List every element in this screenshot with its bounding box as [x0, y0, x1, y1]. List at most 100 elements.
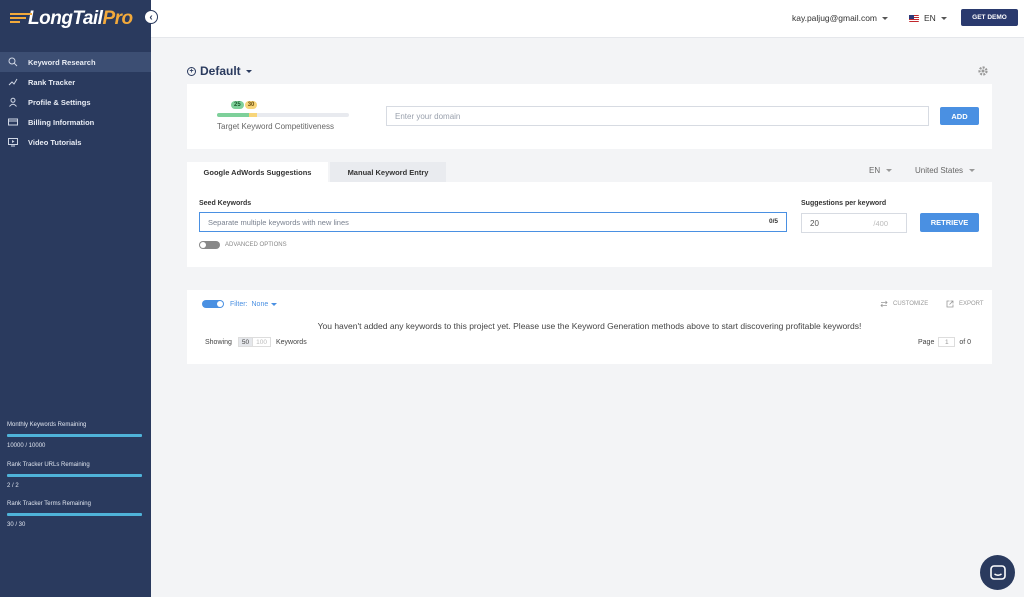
suggestions-per-keyword-input[interactable]: 20 /400	[801, 213, 907, 233]
sidebar-item-rank-tracker[interactable]: Rank Tracker	[0, 72, 151, 92]
competitiveness-card: 25 30 Target Keyword Competitiveness Ent…	[187, 84, 992, 149]
tab-adwords-suggestions[interactable]: Google AdWords Suggestions	[187, 162, 328, 182]
filter-label: Filter:	[230, 300, 248, 308]
competitiveness-bar	[217, 113, 349, 117]
seed-keywords-input[interactable]: Separate multiple keywords with new line…	[199, 212, 787, 232]
plus-circle-icon[interactable]: +	[187, 66, 196, 76]
usage-rank-tracker-urls: Rank Tracker URLs Remaining 2 / 2	[7, 462, 142, 489]
usage-label: Rank Tracker Terms Remaining	[7, 501, 91, 507]
topbar: kay.paljug@gmail.com EN GET DEMO	[151, 0, 1024, 38]
seed-keywords-placeholder: Separate multiple keywords with new line…	[208, 217, 349, 227]
suggestions-max: /400	[873, 219, 888, 228]
suggestions-value: 20	[810, 218, 819, 228]
sidebar-item-label: Billing Information	[28, 117, 95, 127]
language-menu[interactable]: EN	[909, 13, 947, 23]
usage-monthly-keywords: Monthly Keywords Remaining 10000 / 10000	[7, 422, 142, 449]
add-domain-button[interactable]: ADD	[940, 107, 979, 125]
page-size-option-selected[interactable]: 50	[237, 337, 254, 347]
caret-down-icon	[886, 169, 893, 173]
sidebar-item-label: Video Tutorials	[28, 137, 82, 147]
seed-keywords-card: Seed Keywords Separate multiple keywords…	[187, 182, 992, 267]
caret-down-icon	[245, 69, 252, 73]
sidebar-item-label: Keyword Research	[28, 57, 96, 67]
export-button[interactable]: EXPORT	[946, 300, 984, 308]
caret-down-icon	[940, 16, 947, 20]
sidebar-item-profile-settings[interactable]: Profile & Settings	[0, 92, 151, 112]
results-card: Filter: None CUSTOMIZE EXPORT You haven'…	[187, 290, 992, 364]
pagination: Page 1 of 0	[918, 337, 971, 347]
toggle-switch[interactable]	[199, 241, 220, 249]
user-icon	[7, 96, 19, 108]
seed-keywords-label: Seed Keywords	[199, 200, 252, 207]
usage-value: 10000 / 10000	[7, 443, 46, 449]
filter-control[interactable]: Filter: None	[202, 300, 278, 308]
seed-keywords-count: 0/5	[768, 218, 778, 225]
account-email: kay.paljug@gmail.com	[792, 13, 878, 23]
usage-label: Monthly Keywords Remaining	[7, 422, 87, 428]
chevron-left-icon: ‹	[149, 11, 153, 23]
export-label: EXPORT	[959, 301, 984, 307]
usage-bar	[7, 434, 142, 437]
competitiveness-badges: 25 30	[231, 101, 258, 109]
chat-launcher-button[interactable]	[980, 555, 1015, 590]
empty-state-message: You haven't added any keywords to this p…	[317, 321, 862, 331]
filter-value[interactable]: None	[252, 301, 269, 308]
customize-button[interactable]: CUSTOMIZE	[880, 300, 928, 308]
project-name: Default	[200, 64, 241, 78]
sidebar: LongTailPro ‹ Keyword Research Rank Trac…	[0, 0, 158, 597]
competitiveness-high-badge: 30	[244, 101, 258, 109]
account-menu[interactable]: kay.paljug@gmail.com	[792, 13, 889, 23]
card-icon	[7, 116, 19, 128]
language-label: EN	[924, 13, 936, 23]
usage-value: 2 / 2	[7, 483, 19, 489]
get-demo-button[interactable]: GET DEMO	[961, 9, 1018, 26]
sidebar-item-keyword-research[interactable]: Keyword Research	[0, 52, 151, 72]
domain-input[interactable]: Enter your domain	[386, 106, 929, 126]
sidebar-item-label: Rank Tracker	[28, 77, 76, 87]
caret-down-icon	[271, 302, 278, 306]
usage-rank-tracker-terms: Rank Tracker Terms Remaining 30 / 30	[7, 501, 142, 528]
caret-down-icon	[969, 169, 976, 173]
keywords-label: Keywords	[275, 338, 307, 346]
country-value: United States	[915, 166, 964, 175]
logo-mark	[10, 13, 36, 27]
filter-toggle[interactable]	[202, 300, 224, 308]
keyword-language-value: EN	[869, 166, 881, 175]
logo[interactable]: LongTailPro ‹	[0, 0, 158, 38]
keyword-language-select[interactable]: EN	[869, 166, 893, 175]
sidebar-nav: Keyword Research Rank Tracker Profile & …	[0, 52, 151, 152]
competitiveness-low-badge: 25	[231, 101, 244, 109]
country-select[interactable]: United States	[915, 166, 976, 175]
usage-bar	[7, 513, 142, 516]
swap-icon	[880, 300, 888, 308]
page-size-control: Showing 50 100 Keywords	[205, 337, 307, 347]
page-size-option[interactable]: 100	[253, 337, 271, 347]
customize-label: CUSTOMIZE	[893, 301, 929, 307]
trend-icon	[7, 76, 19, 88]
gear-icon[interactable]	[977, 65, 989, 77]
video-icon	[7, 136, 19, 148]
sidebar-item-label: Profile & Settings	[28, 97, 91, 107]
domain-placeholder: Enter your domain	[395, 111, 461, 121]
export-icon	[946, 300, 954, 308]
usage-bar	[7, 474, 142, 477]
page-label: Page	[918, 338, 935, 346]
tab-manual-entry[interactable]: Manual Keyword Entry	[330, 162, 446, 182]
us-flag-icon	[909, 14, 919, 22]
usage-label: Rank Tracker URLs Remaining	[7, 462, 90, 468]
caret-down-icon	[882, 17, 889, 21]
advanced-options-toggle[interactable]: ADVANCED OPTIONS	[199, 241, 287, 249]
retrieve-button[interactable]: RETRIEVE	[920, 213, 979, 232]
usage-value: 30 / 30	[7, 522, 26, 528]
project-selector[interactable]: + Default	[187, 64, 252, 78]
suggestions-per-keyword-label: Suggestions per keyword	[801, 200, 887, 207]
search-icon	[7, 56, 19, 68]
page-total: of 0	[959, 338, 972, 346]
page-number-input[interactable]: 1	[938, 337, 956, 347]
sidebar-item-video-tutorials[interactable]: Video Tutorials	[0, 132, 151, 152]
collapse-sidebar-button[interactable]: ‹	[144, 10, 158, 24]
keyword-tabs: Google AdWords Suggestions Manual Keywor…	[187, 162, 448, 182]
competitiveness-label: Target Keyword Competitiveness	[217, 122, 334, 131]
chat-icon	[989, 564, 1006, 580]
sidebar-item-billing[interactable]: Billing Information	[0, 112, 151, 132]
